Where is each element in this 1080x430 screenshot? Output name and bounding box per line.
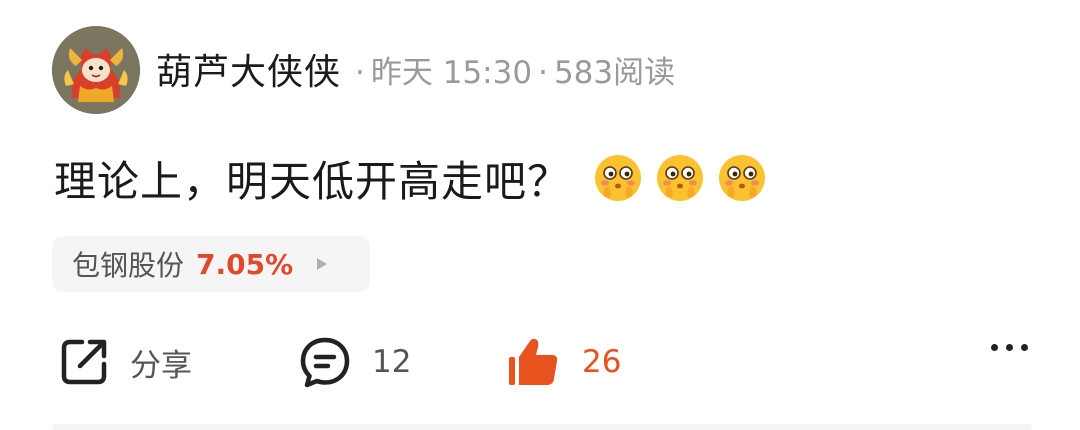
stock-name: 包钢股份: [72, 249, 185, 282]
play-arrow-icon: [317, 258, 328, 270]
post-header: 葫芦大侠侠 · 昨天 15:30 · 583阅读: [156, 44, 675, 94]
action-bar: 分享 12 26: [0, 330, 1080, 394]
like-count: 26: [582, 344, 622, 380]
post-meta: · 昨天 15:30 · 583阅读: [349, 47, 675, 92]
share-icon: [61, 339, 107, 385]
avatar[interactable]: [52, 26, 140, 114]
thumbs-up-icon: [509, 338, 558, 385]
emoji-row: [592, 152, 768, 204]
share-button[interactable]: 分享: [58, 330, 192, 394]
post-time: 昨天 15:30: [370, 54, 533, 91]
more-options-button[interactable]: [991, 344, 1028, 351]
meta-separator: ·: [538, 54, 548, 91]
view-count: 583阅读: [553, 54, 676, 91]
more-dot-icon: [991, 344, 998, 351]
share-label: 分享: [130, 347, 192, 384]
blushing-face-emoji-icon: [654, 152, 706, 204]
more-dot-icon: [1006, 344, 1013, 351]
post-card: 葫芦大侠侠 · 昨天 15:30 · 583阅读 理论上，明天低开高走吧？ 包钢…: [0, 0, 1080, 430]
comment-icon: [300, 337, 350, 388]
stock-tag[interactable]: 包钢股份 7.05%: [52, 236, 370, 292]
blushing-face-emoji-icon: [592, 152, 644, 204]
author-name[interactable]: 葫芦大侠侠: [156, 43, 341, 95]
blushing-face-emoji-icon: [716, 152, 768, 204]
comment-button[interactable]: 12: [298, 330, 411, 394]
like-button[interactable]: 26: [506, 330, 621, 394]
more-dot-icon: [1021, 344, 1028, 351]
post-content: 理论上，明天低开高走吧？: [54, 148, 768, 208]
post-text: 理论上，明天低开高走吧？: [54, 156, 571, 206]
cartoon-character-avatar-icon: [52, 26, 140, 114]
stock-change: 7.05%: [196, 247, 294, 281]
meta-separator: ·: [355, 54, 365, 91]
comment-count: 12: [372, 344, 412, 380]
divider: [52, 424, 1032, 430]
